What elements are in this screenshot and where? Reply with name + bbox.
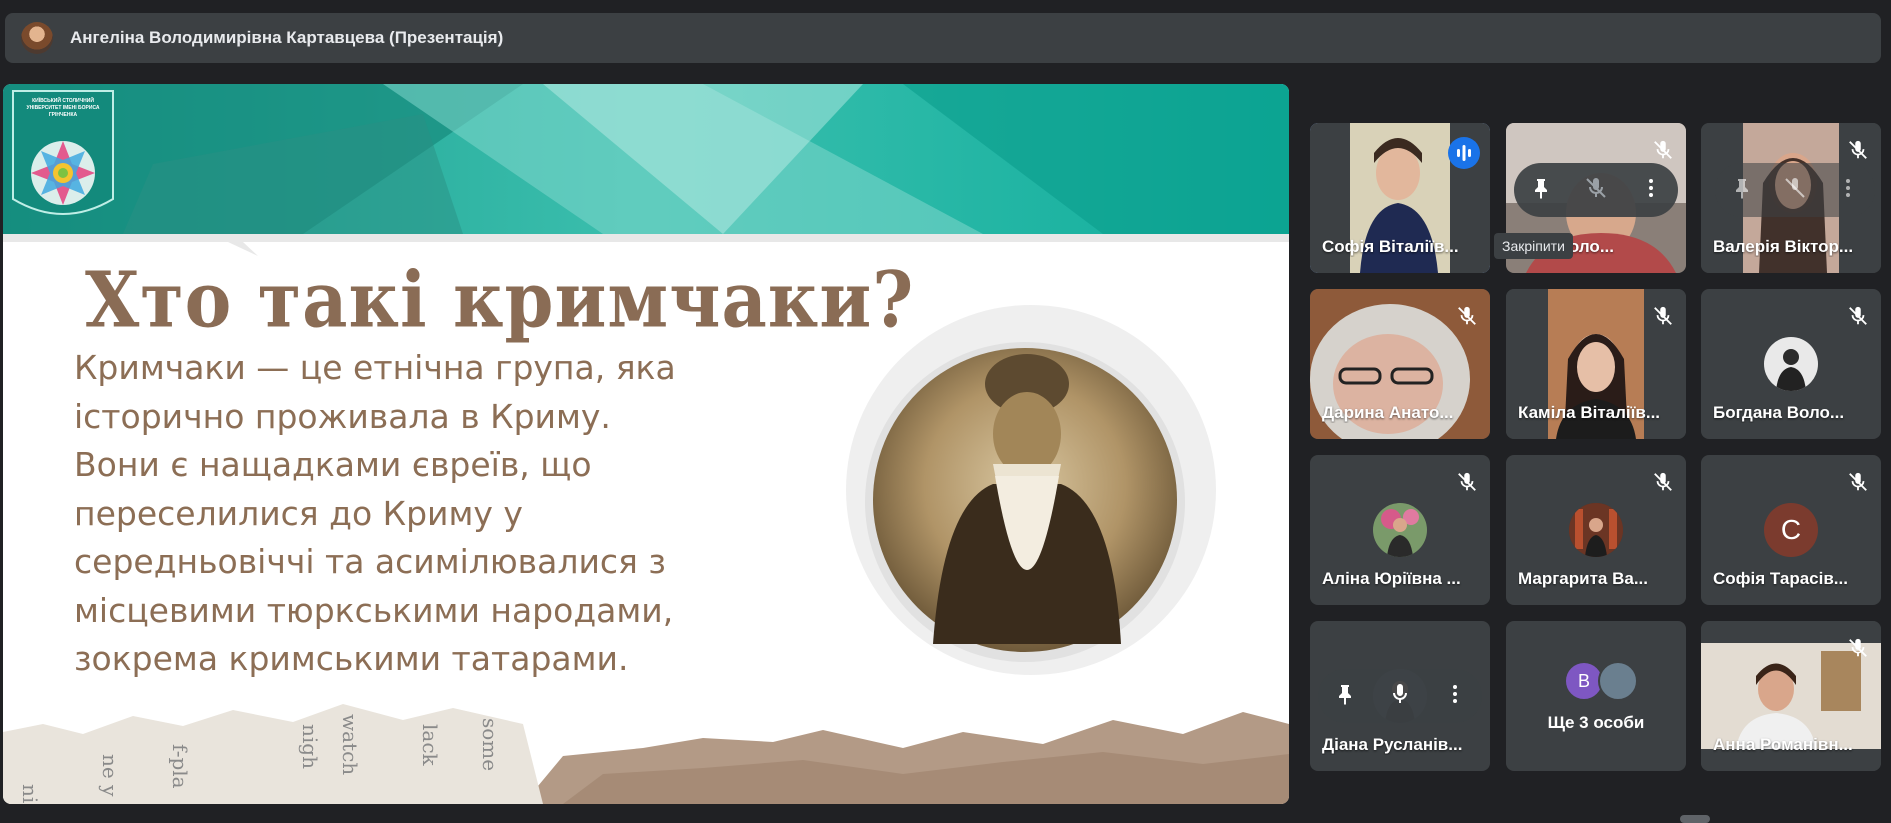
more-vert-icon[interactable] [1836, 176, 1860, 205]
slide-body-line: Кримчаки — це етнічна група, яка [74, 348, 676, 387]
slide-body-line: історично проживала в Криму. [74, 396, 611, 436]
pin-icon[interactable] [1730, 176, 1754, 205]
scroll-indicator[interactable] [1680, 815, 1710, 823]
participant-name: Маргарита Ва... [1518, 569, 1648, 588]
participant-tile[interactable]: Аліна Юріївна ... [1310, 455, 1490, 605]
tile-hover-controls[interactable] [1715, 163, 1875, 217]
svg-text:watch: watch [338, 714, 362, 775]
mic-off-icon [1847, 637, 1869, 659]
slide-body-line: місцевими тюркськими народами, [74, 590, 674, 630]
more-participants-tile[interactable]: В Ще 3 особи [1506, 621, 1686, 771]
mic-off-icon [1652, 139, 1674, 161]
pin-icon[interactable] [1529, 176, 1553, 205]
participant-tile[interactable]: Анна Романівн... [1701, 621, 1881, 771]
more-participants-avatars: В [1564, 661, 1638, 701]
svg-text:ne y: ne y [98, 754, 122, 797]
mic-off-icon[interactable] [1783, 176, 1807, 205]
mic-off-icon [1652, 305, 1674, 327]
mic-off-icon [1652, 471, 1674, 493]
mic-off-icon [1456, 305, 1478, 327]
presenter-title: Ангеліна Володимирівна Картавцева (Презе… [70, 28, 504, 47]
participant-name: Анна Романівн... [1713, 735, 1853, 754]
slide-body-line: зокрема кримськими татарами. [74, 639, 629, 678]
participant-tile[interactable]: Діана Русланів... [1310, 621, 1490, 771]
audio-wave-icon [1448, 137, 1480, 169]
university-name: КИЇВСЬКИЙ СТОЛИЧНИЙ УНІВЕРСИТЕТ ІМЕНІ БО… [26, 98, 100, 118]
participant-name: Аліна Юріївна ... [1322, 569, 1461, 588]
avatar: С [1764, 503, 1818, 557]
pin-icon[interactable] [1333, 682, 1357, 711]
slide-title: Хто такі кримчаки? [85, 254, 915, 346]
more-vert-icon[interactable] [1443, 682, 1467, 711]
participant-tile[interactable]: Маргарита Ва... [1506, 455, 1686, 605]
more-vert-icon[interactable] [1639, 176, 1663, 205]
svg-text:lack: lack [418, 724, 442, 767]
avatar [1598, 661, 1638, 701]
participant-tile[interactable]: С Софія Тарасів... [1701, 455, 1881, 605]
mic-off-icon [1847, 305, 1869, 327]
svg-text:nigh: nigh [298, 724, 322, 769]
presenter-avatar [21, 22, 53, 54]
svg-text:some: some [478, 718, 502, 771]
participant-tile[interactable]: Каміла Віталіїв... [1506, 289, 1686, 439]
avatar [1373, 503, 1427, 557]
more-participants-label: Ще 3 особи [1547, 713, 1645, 732]
slide-body-line: переселилися до Криму у [74, 493, 523, 533]
avatar [1569, 503, 1623, 557]
shared-presentation[interactable]: nich ne y f-pla nigh watch lack some КИЇ… [3, 84, 1289, 804]
participant-name: Діана Русланів... [1322, 735, 1463, 754]
presenter-bar[interactable]: Ангеліна Володимирівна Картавцева (Презе… [5, 13, 1881, 63]
participant-name: Богдана Воло... [1713, 403, 1845, 422]
participant-name: Каміла Віталіїв... [1518, 403, 1661, 422]
avatar [1764, 337, 1818, 391]
participant-name: Софія Тарасів... [1713, 569, 1848, 588]
participant-tile[interactable]: Богдана Воло... [1701, 289, 1881, 439]
pin-tooltip: Закріпити [1494, 233, 1573, 259]
participant-tile[interactable]: Дарина Анато... [1310, 289, 1490, 439]
mic-off-icon [1847, 471, 1869, 493]
participant-tile[interactable]: Софія Віталіїв... [1310, 123, 1490, 273]
svg-text:f-pla: f-pla [168, 744, 192, 789]
svg-text:nich: nich [18, 784, 42, 804]
slide-body-line: Вони є нащадками євреїв, що [74, 445, 592, 484]
mic-off-icon [1456, 471, 1478, 493]
participant-tile[interactable]: Валерія Віктор... [1701, 123, 1881, 273]
mic-off-icon [1847, 139, 1869, 161]
participant-name: Дарина Анато... [1322, 403, 1454, 422]
slide-body: Кримчаки — це етнічна група, яка історич… [74, 344, 714, 684]
mic-off-icon[interactable] [1584, 176, 1608, 205]
tile-hover-controls[interactable] [1318, 669, 1482, 723]
participant-name: Валерія Віктор... [1713, 237, 1854, 256]
slide-body-line: середньовіччі та асимілювалися з [74, 542, 666, 581]
participant-name: Софія Віталіїв... [1322, 237, 1459, 256]
tile-hover-controls[interactable] [1514, 163, 1678, 217]
mic-icon[interactable] [1388, 682, 1412, 711]
